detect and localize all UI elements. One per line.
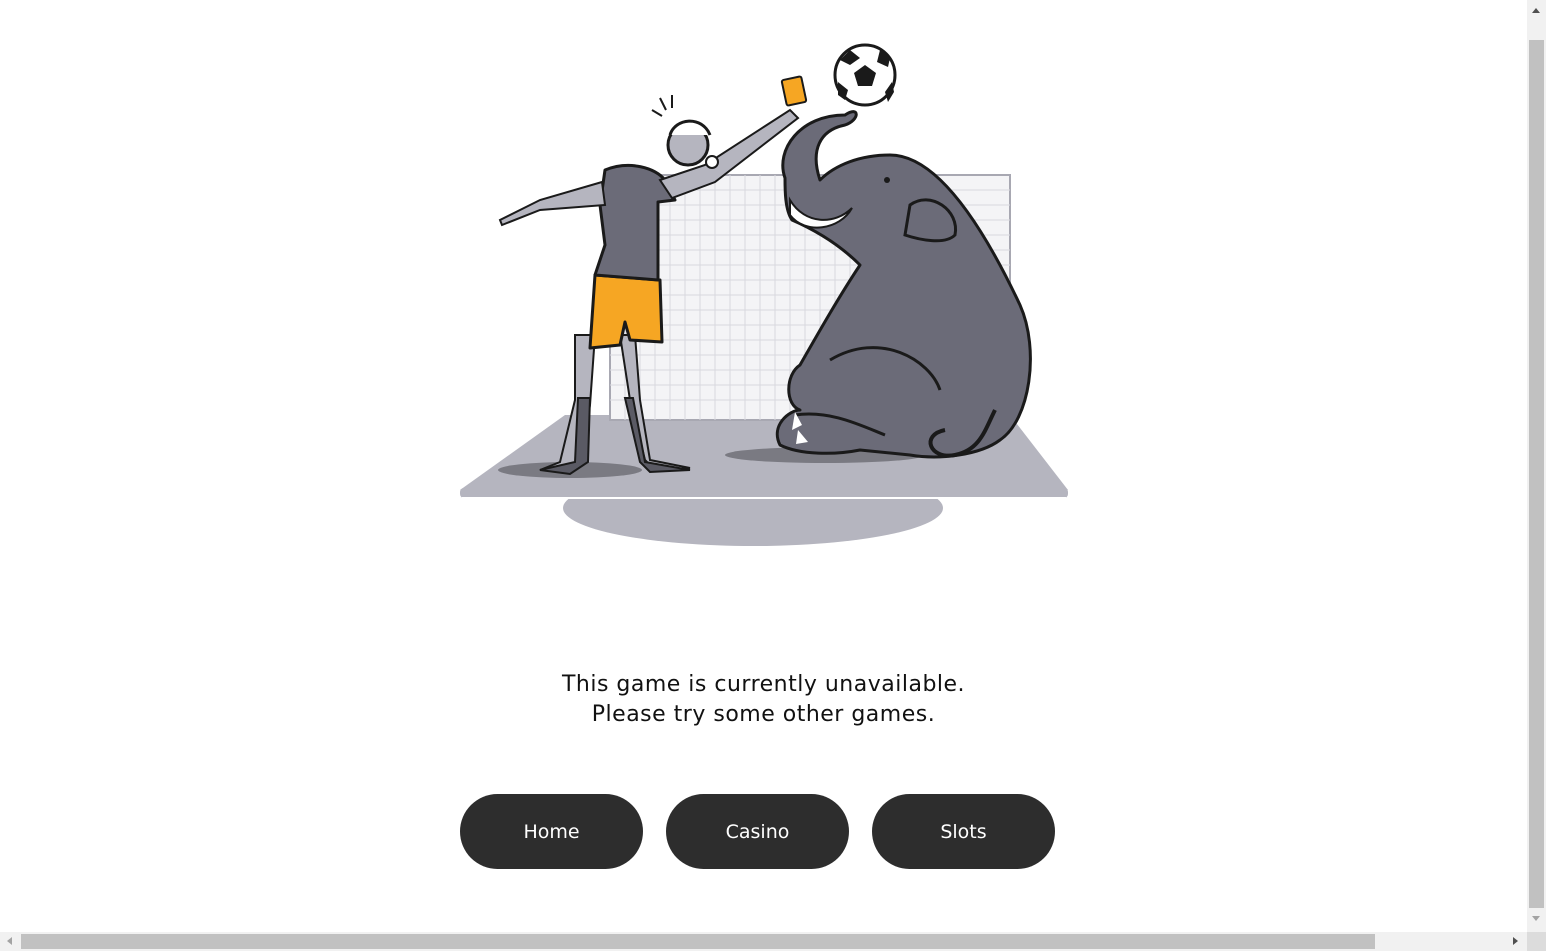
referee-elephant-illustration — [460, 43, 1068, 546]
vertical-scrollbar[interactable] — [1527, 0, 1546, 932]
casino-button[interactable]: Casino — [666, 794, 849, 869]
yellow-card-icon — [780, 75, 808, 107]
scroll-up-arrow-icon[interactable] — [1532, 8, 1540, 13]
scroll-left-arrow-icon[interactable] — [7, 937, 12, 945]
soccer-ball-icon — [833, 43, 897, 107]
horizontal-scrollbar[interactable] — [0, 932, 1527, 951]
unavailable-message: This game is currently unavailable. Plea… — [0, 670, 1527, 730]
scroll-down-arrow-icon[interactable] — [1532, 916, 1540, 921]
message-line-2: Please try some other games. — [591, 702, 936, 727]
navigation-buttons: Home Casino Slots — [460, 794, 1055, 869]
slots-button[interactable]: Slots — [872, 794, 1055, 869]
scroll-right-arrow-icon[interactable] — [1513, 937, 1518, 945]
vertical-scroll-thumb[interactable] — [1529, 40, 1544, 908]
message-line-1: This game is currently unavailable. — [561, 672, 966, 697]
horizontal-scroll-thumb[interactable] — [21, 934, 1375, 949]
home-button[interactable]: Home — [460, 794, 643, 869]
scrollbar-corner — [1527, 932, 1546, 951]
page-viewport: This game is currently unavailable. Plea… — [0, 0, 1527, 932]
